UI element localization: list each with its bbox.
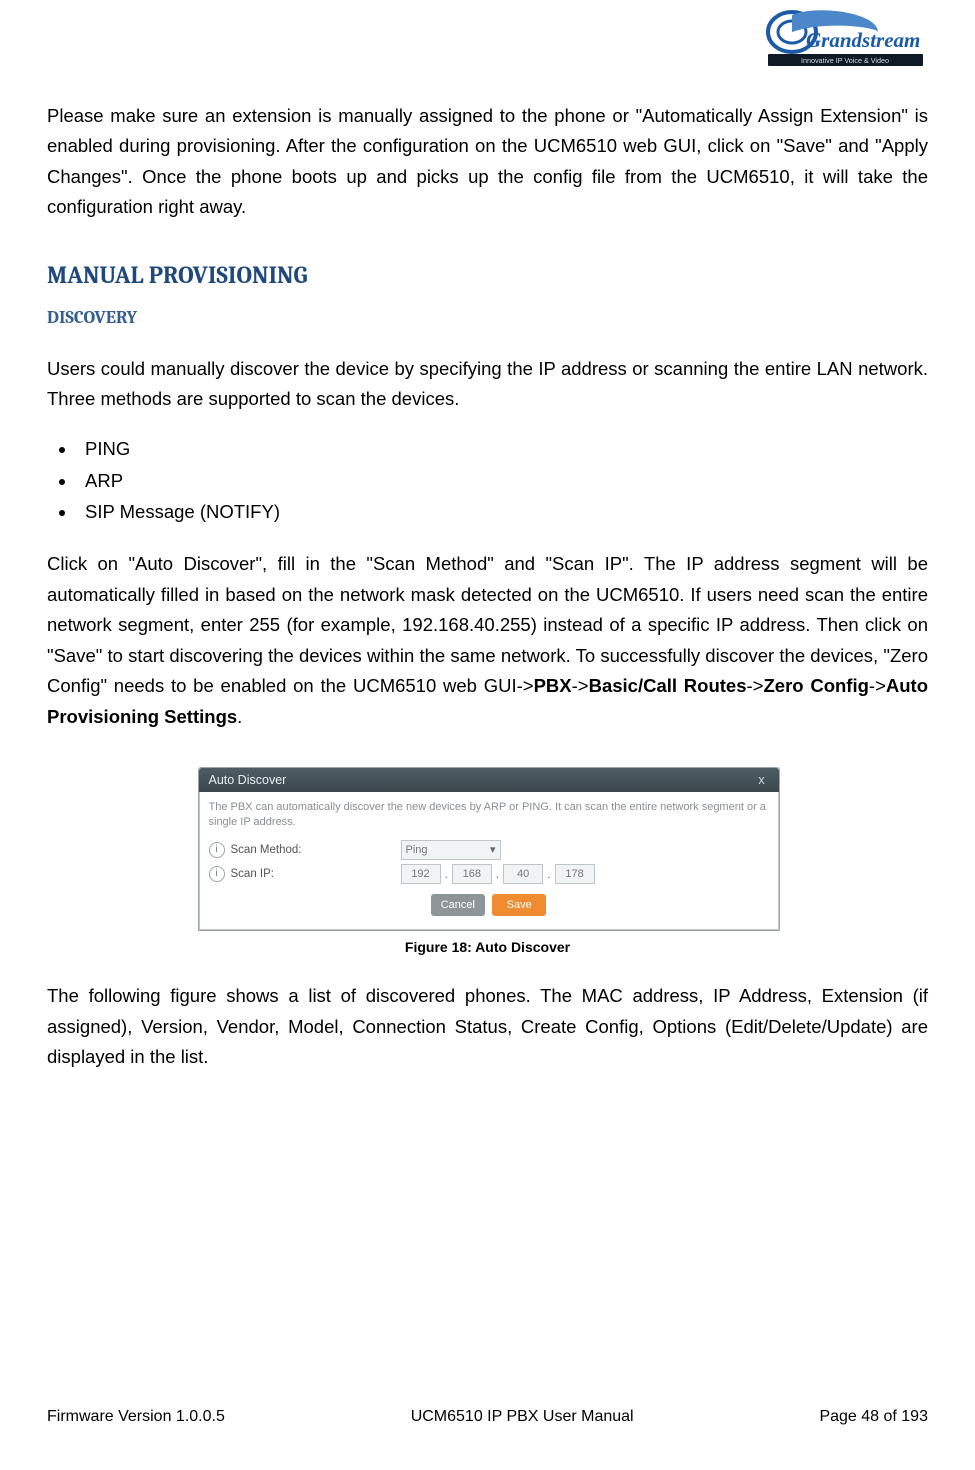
list-item: ARP [77,465,928,496]
auto-discover-figure: Auto Discover x The PBX can automaticall… [198,767,778,932]
list-item: SIP Message (NOTIFY) [77,496,928,527]
close-icon[interactable]: x [755,773,769,787]
ip-octet-3[interactable]: 40 [503,864,543,884]
svg-text:Grandstream: Grandstream [806,28,920,52]
save-button[interactable]: Save [492,894,546,916]
scan-method-label: Scan Method: [231,844,401,856]
footer-right: Page 48 of 193 [819,1408,928,1426]
list-item: PING [77,433,928,464]
ip-octet-1[interactable]: 192 [401,864,441,884]
figure-caption: Figure 18: Auto Discover [47,939,928,955]
click-paragraph: Click on "Auto Discover", fill in the "S… [47,549,928,732]
ip-octet-2[interactable]: 168 [452,864,492,884]
scan-ip-label: Scan IP: [231,868,401,880]
info-icon: i [209,842,225,858]
dialog-title: Auto Discover [209,773,287,787]
page-footer: Firmware Version 1.0.0.5 UCM6510 IP PBX … [47,1408,928,1426]
heading-discovery: DISCOVERY [47,307,928,328]
intro-paragraph: Please make sure an extension is manuall… [47,101,928,223]
footer-center: UCM6510 IP PBX User Manual [411,1408,634,1426]
brand-logo: Grandstream Innovative IP Voice & Video [758,10,928,70]
heading-manual-provisioning: MANUAL PROVISIONING [47,261,928,289]
ip-octet-4[interactable]: 178 [555,864,595,884]
following-paragraph: The following figure shows a list of dis… [47,981,928,1073]
footer-left: Firmware Version 1.0.0.5 [47,1408,225,1426]
cancel-button[interactable]: Cancel [431,894,485,916]
chevron-down-icon: ▾ [490,841,496,859]
svg-text:Innovative IP Voice & Video: Innovative IP Voice & Video [801,56,889,65]
scan-method-select[interactable]: Ping ▾ [401,840,501,860]
dialog-hint: The PBX can automatically discover the n… [209,800,769,831]
info-icon: i [209,866,225,882]
scan-methods-list: PING ARP SIP Message (NOTIFY) [49,433,928,527]
discovery-paragraph: Users could manually discover the device… [47,354,928,415]
